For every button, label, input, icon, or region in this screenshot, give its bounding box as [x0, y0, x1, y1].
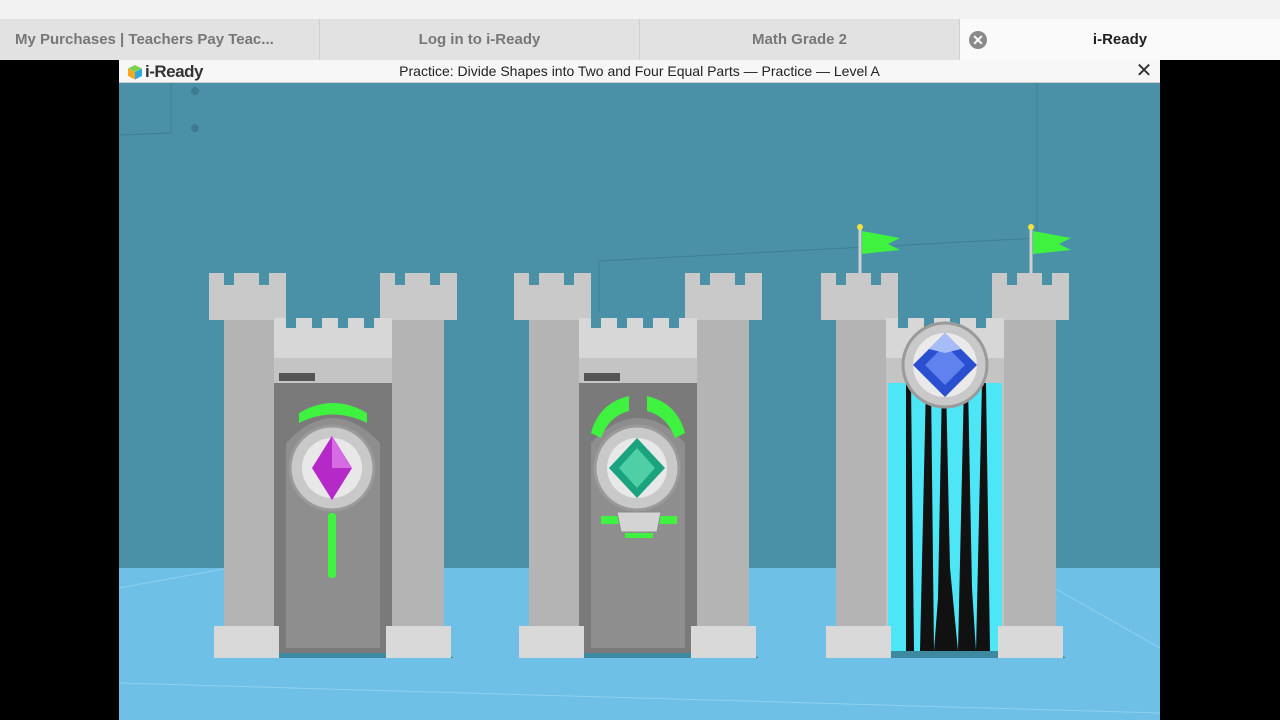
close-lesson-button[interactable]: ✕ — [1134, 60, 1154, 82]
castle-blue-gem-open-portal[interactable] — [816, 224, 1076, 668]
tab-log-in-iready[interactable]: Log in to i-Ready — [320, 19, 640, 60]
castle-green-gem[interactable] — [509, 268, 769, 668]
close-tab-icon[interactable]: ✕ — [969, 31, 987, 49]
tab-iready-active[interactable]: ✕ i-Ready — [960, 19, 1280, 60]
tab-math-grade-2[interactable]: Math Grade 2 — [640, 19, 960, 60]
window-top-strip — [0, 0, 1280, 19]
game-stage — [119, 83, 1160, 720]
castle-purple-gem[interactable] — [204, 268, 464, 668]
castle-purple-gem-graphic — [209, 273, 457, 658]
tab-label: Log in to i-Ready — [418, 31, 541, 48]
left-letterbox — [0, 60, 119, 720]
right-letterbox — [1160, 60, 1280, 720]
browser-tab-bar: My Purchases | Teachers Pay Teac... Log … — [0, 19, 1280, 60]
tab-label: i-Ready — [1092, 31, 1148, 48]
app-header: i-Ready Practice: Divide Shapes into Two… — [119, 60, 1160, 83]
lesson-title: Practice: Divide Shapes into Two and Fou… — [399, 63, 880, 79]
tab-my-purchases[interactable]: My Purchases | Teachers Pay Teac... — [0, 19, 320, 60]
tab-label: Math Grade 2 — [751, 31, 848, 48]
tab-label: My Purchases | Teachers Pay Teac... — [15, 31, 274, 48]
castle-green-gem-graphic — [514, 273, 762, 658]
castle-blue-gem-graphic — [821, 224, 1071, 658]
